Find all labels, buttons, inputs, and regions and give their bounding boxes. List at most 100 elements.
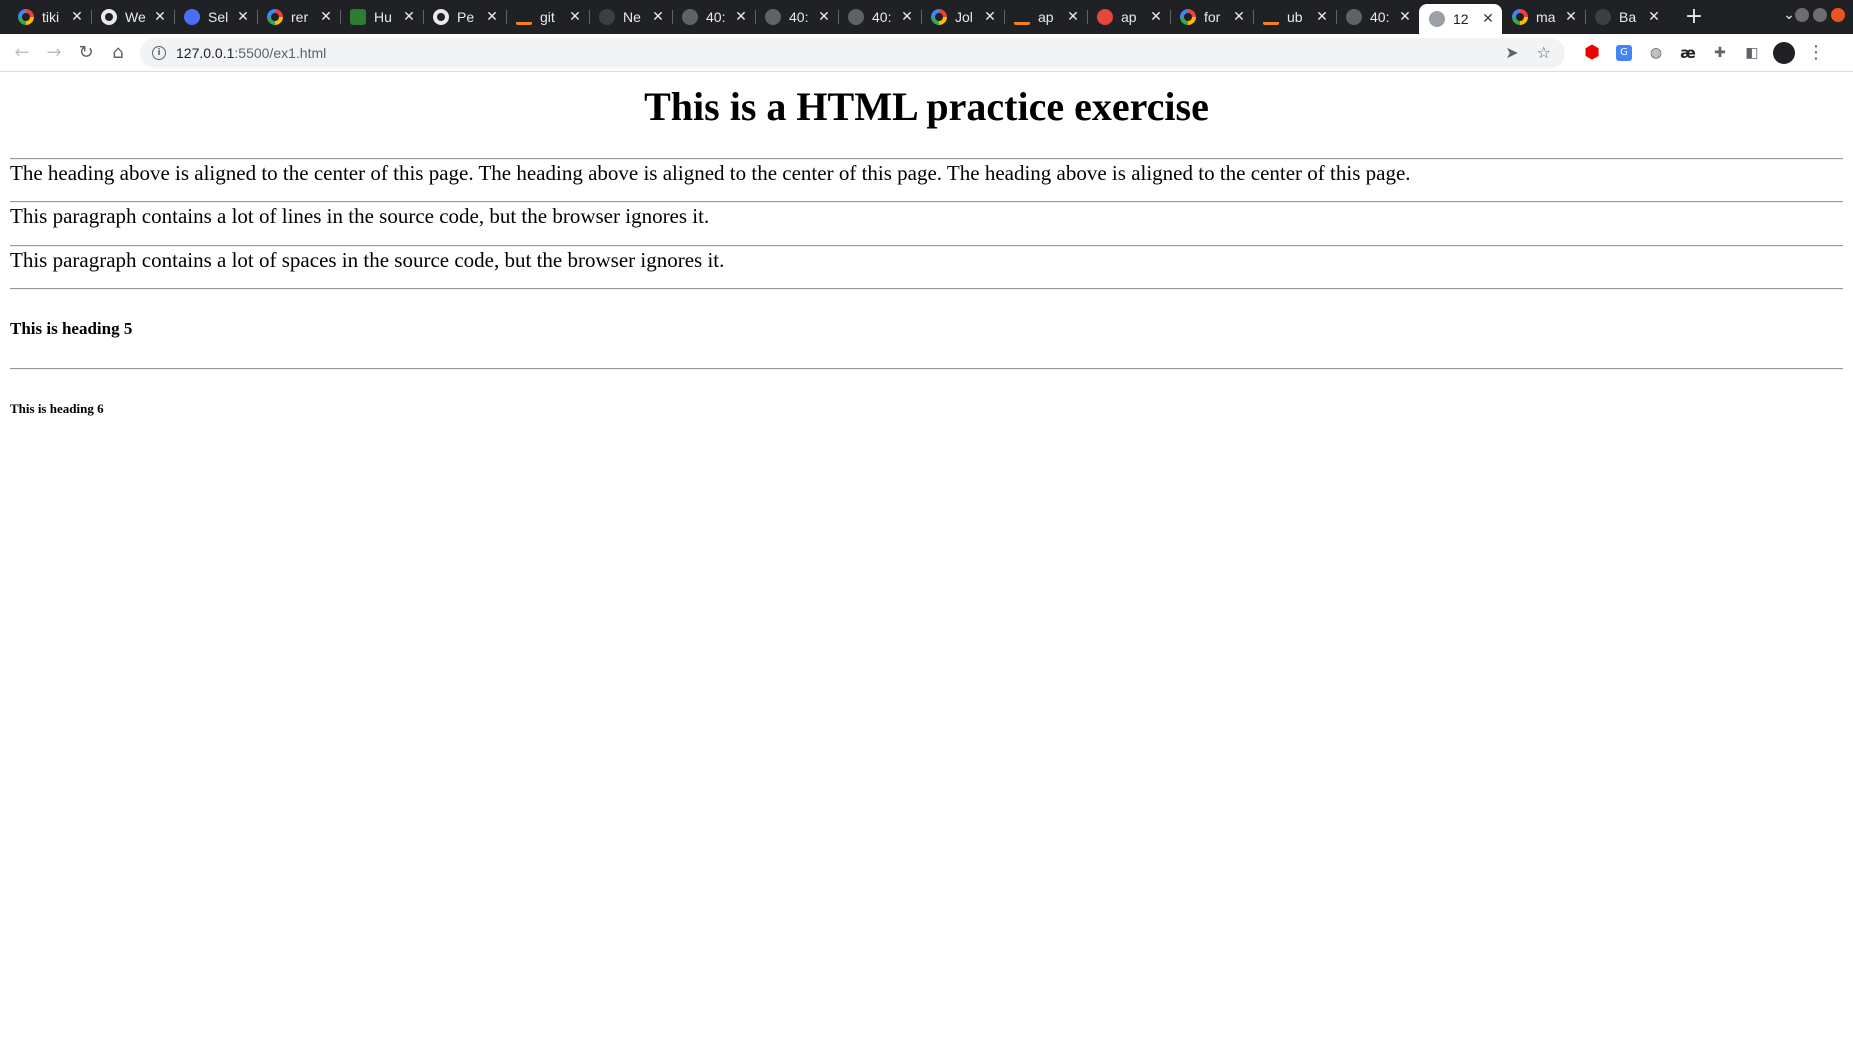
browser-tab[interactable]: ma ✕ <box>1502 0 1585 34</box>
stackoverflow-icon <box>1014 9 1030 25</box>
tab-title: for <box>1204 9 1221 25</box>
tab-close-icon[interactable]: ✕ <box>899 9 915 25</box>
dark-site-icon <box>599 9 615 25</box>
close-window-button[interactable] <box>1831 8 1845 22</box>
tab-close-icon[interactable]: ✕ <box>235 9 251 25</box>
globe-icon <box>848 9 864 25</box>
extensions-area: ⬢ G ◍ æ ✚ ◧ ⋮ <box>1581 41 1827 64</box>
translate-extension-icon[interactable]: G <box>1616 44 1632 61</box>
browser-tab[interactable]: ap ✕ <box>1087 0 1170 34</box>
address-bar[interactable]: i 127.0.0.1:5500/ex1.html ➤ ☆ <box>140 37 1565 68</box>
globe-icon <box>765 9 781 25</box>
tab-close-icon[interactable]: ✕ <box>733 9 749 25</box>
url-path: :5500/ex1.html <box>234 44 327 61</box>
tab-title: Pe <box>457 9 475 25</box>
browser-tab[interactable]: Pe ✕ <box>423 0 506 34</box>
tab-close-icon[interactable]: ✕ <box>1480 11 1496 27</box>
tab-close-icon[interactable]: ✕ <box>1397 9 1413 25</box>
tab-title: Sel <box>208 9 229 25</box>
browser-tab[interactable]: We ✕ <box>91 0 174 34</box>
heading-6: This is heading 6 <box>10 400 104 416</box>
side-panel-icon[interactable]: ◧ <box>1741 42 1763 64</box>
ae-extension-icon[interactable]: æ <box>1677 42 1699 64</box>
browser-tab[interactable]: Ba ✕ <box>1585 0 1668 34</box>
page-heading: This is a HTML practice exercise <box>644 84 1209 129</box>
tab-close-icon[interactable]: ✕ <box>69 9 85 25</box>
paragraph-spaces-note: This paragraph contains a lot of spaces … <box>10 247 725 272</box>
new-tab-button[interactable]: + <box>1676 0 1712 34</box>
tab-title: Hu <box>374 9 392 25</box>
reload-icon[interactable]: ↻ <box>70 37 102 69</box>
maximize-button[interactable] <box>1813 8 1827 22</box>
tab-search-icon[interactable]: ⌄ <box>1783 7 1795 23</box>
url-text[interactable]: 127.0.0.1:5500/ex1.html <box>176 45 326 61</box>
browser-tab[interactable]: 40: ✕ <box>838 0 921 34</box>
github-icon <box>433 9 449 25</box>
github-icon <box>101 9 117 25</box>
tab-close-icon[interactable]: ✕ <box>1314 9 1330 25</box>
selenium-icon <box>184 9 200 25</box>
stackoverflow-icon <box>516 9 532 25</box>
browser-tab[interactable]: Sel ✕ <box>174 0 257 34</box>
tab-title: ub <box>1287 9 1303 25</box>
dark-site-icon <box>1595 9 1611 25</box>
divider <box>10 367 1843 370</box>
tab-close-icon[interactable]: ✕ <box>401 9 417 25</box>
browser-tab[interactable]: 40: ✕ <box>755 0 838 34</box>
site-info-icon[interactable]: i <box>152 45 166 60</box>
paragraph-lines-note: This paragraph contains a lot of lines i… <box>10 204 710 229</box>
puzzle-extensions-icon[interactable]: ✚ <box>1709 42 1731 64</box>
browser-tab[interactable]: Ne ✕ <box>589 0 672 34</box>
globe-icon <box>1346 9 1362 25</box>
back-icon[interactable]: ← <box>6 37 38 69</box>
browser-toolbar: ← → ↻ ⌂ i 127.0.0.1:5500/ex1.html ➤ ☆ ⬢ … <box>0 34 1853 72</box>
forward-icon[interactable]: → <box>38 37 70 69</box>
browser-tab[interactable]: 40: ✕ <box>672 0 755 34</box>
tab-close-icon[interactable]: ✕ <box>152 9 168 25</box>
paragraph-centered-note: The heading above is aligned to the cent… <box>10 161 1411 185</box>
profile-avatar[interactable] <box>1773 41 1795 64</box>
browser-tab[interactable]: 40: ✕ <box>1336 0 1419 34</box>
browser-tab[interactable]: git ✕ <box>506 0 589 34</box>
tab-title: 40: <box>872 9 892 25</box>
tab-close-icon[interactable]: ✕ <box>1231 9 1247 25</box>
tab-list: tiki ✕ We ✕ Sel ✕ rer ✕ Hu ✕ Pe ✕ git ✕ Ne ✕ 40: ✕ 40: ✕ 40:… <box>0 0 1712 34</box>
tab-title: Jol <box>955 9 973 25</box>
home-icon[interactable]: ⌂ <box>102 37 134 69</box>
divider <box>10 287 1843 290</box>
tab-strip: tiki ✕ We ✕ Sel ✕ rer ✕ Hu ✕ Pe ✕ git ✕ Ne ✕ 40: ✕ 40: ✕ 40:… <box>0 0 1853 34</box>
browser-tab[interactable]: ap ✕ <box>1004 0 1087 34</box>
globe-icon <box>682 9 698 25</box>
send-icon[interactable]: ➤ <box>1505 43 1518 62</box>
tab-title: ma <box>1536 9 1556 25</box>
minimize-button[interactable] <box>1795 8 1809 22</box>
tab-close-icon[interactable]: ✕ <box>318 9 334 25</box>
bookmark-star-icon[interactable]: ☆ <box>1537 43 1551 62</box>
browser-tab[interactable]: tiki ✕ <box>8 0 91 34</box>
tab-title: tiki <box>42 9 60 25</box>
tab-close-icon[interactable]: ✕ <box>1065 9 1081 25</box>
tab-title: git <box>540 9 555 25</box>
tab-close-icon[interactable]: ✕ <box>1148 9 1164 25</box>
browser-tab[interactable]: ub ✕ <box>1253 0 1336 34</box>
browser-tab[interactable]: for ✕ <box>1170 0 1253 34</box>
page-content: This is a HTML practice exercise The hea… <box>0 72 1853 1053</box>
tab-close-icon[interactable]: ✕ <box>484 9 500 25</box>
browser-tab[interactable]: Hu ✕ <box>340 0 423 34</box>
tab-close-icon[interactable]: ✕ <box>1563 9 1579 25</box>
adblock-extension-icon[interactable]: ⬢ <box>1581 42 1603 64</box>
browser-tab[interactable]: rer ✕ <box>257 0 340 34</box>
tab-close-icon[interactable]: ✕ <box>1646 9 1662 25</box>
tab-close-icon[interactable]: ✕ <box>567 9 583 25</box>
tab-close-icon[interactable]: ✕ <box>650 9 666 25</box>
globe-extension-icon[interactable]: ◍ <box>1645 42 1667 64</box>
tab-title: rer <box>291 9 309 25</box>
browser-tab[interactable]: 12 ✕ <box>1419 4 1502 34</box>
tab-title: 40: <box>706 9 726 25</box>
browser-menu-icon[interactable]: ⋮ <box>1805 42 1827 64</box>
lab-icon <box>350 9 366 25</box>
browser-tab[interactable]: Jol ✕ <box>921 0 1004 34</box>
tab-close-icon[interactable]: ✕ <box>816 9 832 25</box>
tab-close-icon[interactable]: ✕ <box>982 9 998 25</box>
tab-title: 40: <box>1370 9 1390 25</box>
